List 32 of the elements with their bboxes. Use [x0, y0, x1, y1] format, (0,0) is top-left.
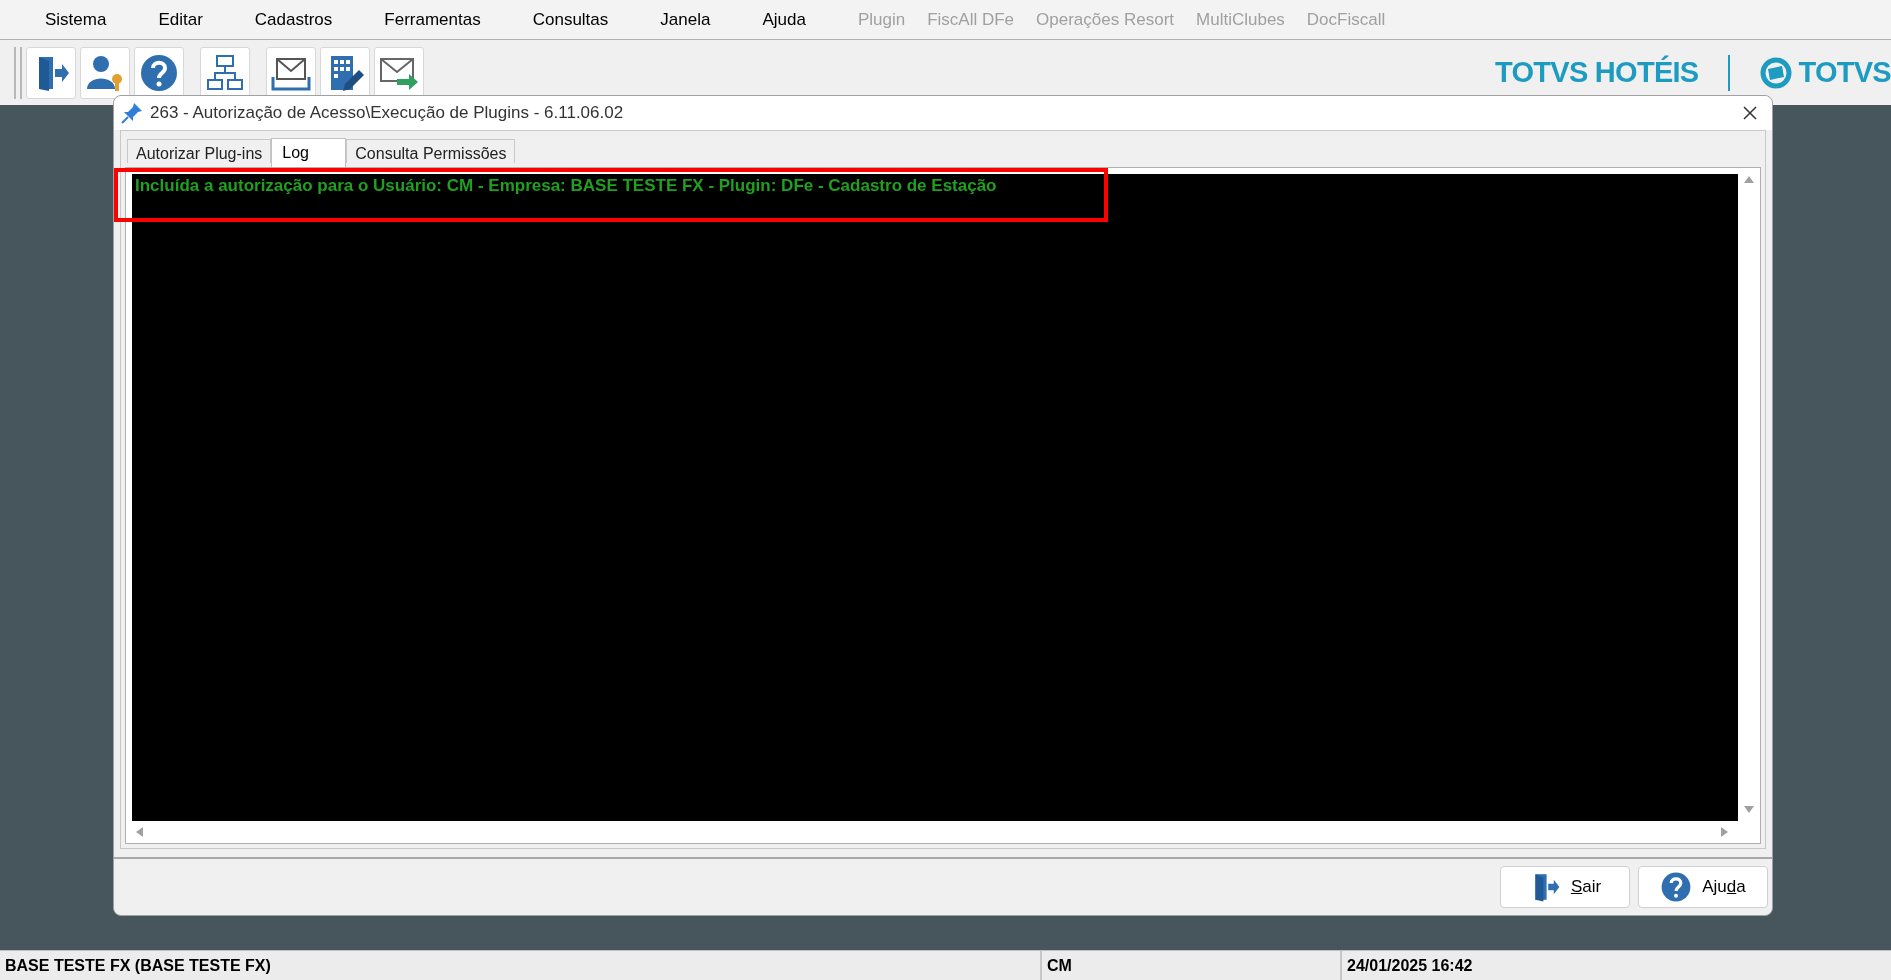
status-text: CM — [1047, 955, 1072, 976]
logo-icon — [1760, 56, 1793, 89]
menu-item[interactable]: Consultas — [532, 6, 609, 33]
status-text: BASE TESTE FX (BASE TESTE FX) — [5, 955, 271, 976]
menu-item[interactable]: Cadastros — [254, 6, 333, 33]
menu-item[interactable]: Ferramentas — [384, 6, 481, 33]
menu-item[interactable]: Ajuda — [762, 6, 806, 33]
brand-name: TOTVS HOTÉIS — [1495, 54, 1699, 90]
scroll-down-icon[interactable] — [1743, 805, 1755, 815]
tab[interactable]: Log — [271, 138, 347, 168]
toolbar-button[interactable] — [80, 46, 130, 99]
window-title: 263 - Autorização de Acesso\Execução de Plugins - 6.11.06.02 — [150, 102, 624, 125]
brand-name: TOTVS — [1798, 54, 1891, 90]
tab[interactable]: Consulta Permissões — [346, 139, 516, 163]
help-button[interactable]: Ajuda — [1638, 866, 1768, 908]
toolbar-grip[interactable] — [14, 46, 22, 99]
close-icon — [1742, 105, 1758, 121]
scroll-left-icon[interactable] — [134, 826, 144, 838]
log-line: Incluída a autorização para o Usuário: CM - Empresa: BASE TESTE FX - Plugin: DFe - Cadastro de Estação — [135, 175, 997, 197]
exit-button[interactable]: Sair — [1500, 866, 1630, 908]
help-icon — [1660, 871, 1693, 903]
menu-item[interactable]: Janela — [660, 6, 711, 33]
menu-item[interactable]: Editar — [158, 6, 203, 33]
scroll-up-icon[interactable] — [1743, 174, 1755, 184]
menu-item[interactable]: Sistema — [45, 6, 107, 33]
pin-icon — [120, 101, 144, 125]
toolbar-button[interactable] — [26, 46, 76, 99]
network-diagram-icon — [205, 52, 245, 93]
scroll-right-icon[interactable] — [1720, 826, 1730, 838]
status-text: 24/01/2025 16:42 — [1347, 955, 1473, 976]
help-icon — [139, 52, 179, 93]
tab[interactable]: Autorizar Plug-ins — [127, 139, 272, 163]
